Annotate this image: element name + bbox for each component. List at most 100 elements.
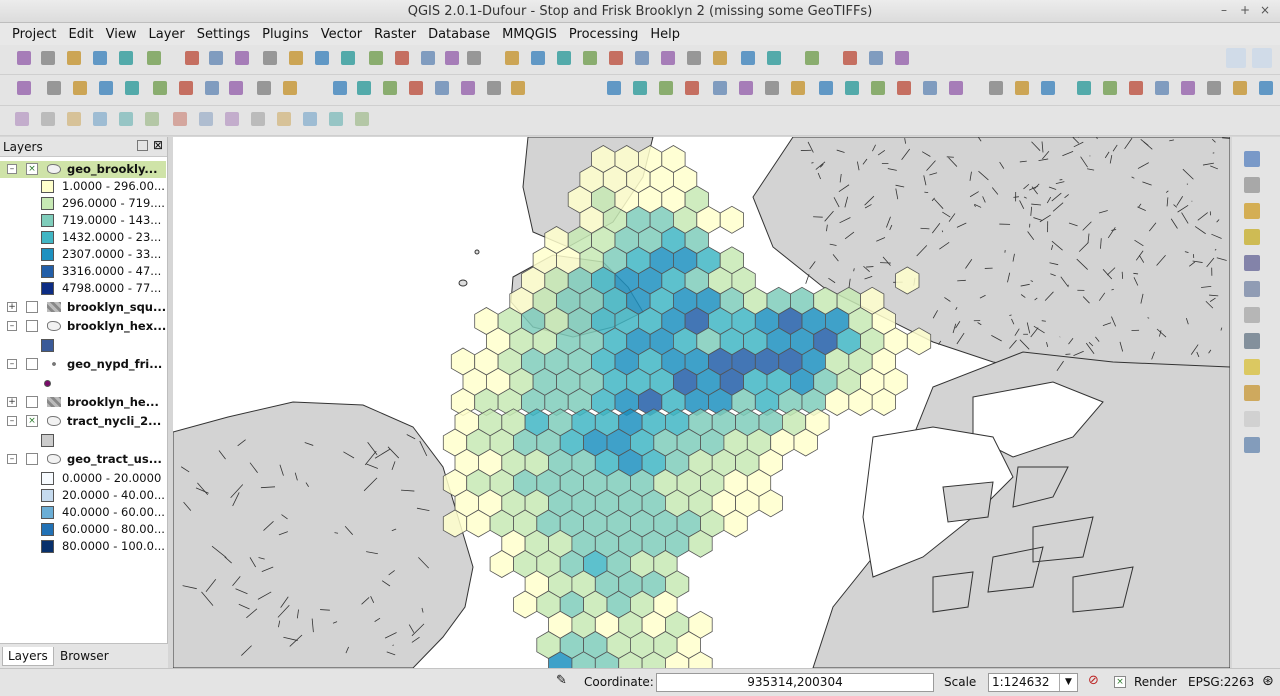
tool-icon[interactable] xyxy=(738,48,758,68)
tool-icon[interactable] xyxy=(1038,78,1058,98)
layer-visibility-checkbox[interactable]: × xyxy=(26,415,38,427)
tool-icon[interactable] xyxy=(392,48,412,68)
tool-icon[interactable] xyxy=(684,48,704,68)
render-checkbox[interactable]: × xyxy=(1114,676,1126,688)
tool-icon[interactable] xyxy=(122,78,142,98)
tool-icon[interactable] xyxy=(150,78,170,98)
tool-icon[interactable] xyxy=(484,78,504,98)
crs-status[interactable]: EPSG:2263 xyxy=(1188,675,1254,689)
tool-icon[interactable] xyxy=(406,78,426,98)
tool-icon[interactable] xyxy=(96,78,116,98)
menu-mmqgis[interactable]: MMQGIS xyxy=(496,27,563,42)
tool-icon[interactable] xyxy=(300,109,320,129)
help-icon[interactable] xyxy=(1252,48,1272,68)
layer-visibility-checkbox[interactable] xyxy=(26,320,38,332)
tool-icon[interactable] xyxy=(1178,78,1198,98)
tool-icon[interactable] xyxy=(632,48,652,68)
tool-icon[interactable] xyxy=(1244,255,1260,271)
tool-icon[interactable] xyxy=(260,48,280,68)
collapse-icon[interactable]: – xyxy=(7,359,17,369)
tool-icon[interactable] xyxy=(1244,411,1260,427)
tool-icon[interactable] xyxy=(1244,437,1260,453)
tool-icon[interactable] xyxy=(1244,307,1260,323)
tool-icon[interactable] xyxy=(222,109,242,129)
tool-icon[interactable] xyxy=(946,78,966,98)
layer-visibility-checkbox[interactable] xyxy=(26,301,38,313)
layer-item[interactable]: – brooklyn_hex... xyxy=(0,318,166,335)
menu-vector[interactable]: Vector xyxy=(315,27,368,42)
stop-render-icon[interactable]: ⊘ xyxy=(1088,673,1099,688)
menu-edit[interactable]: Edit xyxy=(62,27,99,42)
tool-icon[interactable] xyxy=(528,48,548,68)
tool-icon[interactable] xyxy=(458,78,478,98)
collapse-icon[interactable]: – xyxy=(7,164,17,174)
tool-icon[interactable] xyxy=(1074,78,1094,98)
tool-icon[interactable] xyxy=(90,109,110,129)
tool-icon[interactable] xyxy=(232,48,252,68)
expand-icon[interactable]: + xyxy=(7,302,17,312)
tab-layers[interactable]: Layers xyxy=(2,647,54,666)
tool-icon[interactable] xyxy=(274,109,294,129)
tool-icon[interactable] xyxy=(352,109,372,129)
menu-settings[interactable]: Settings xyxy=(191,27,256,42)
tool-icon[interactable] xyxy=(842,78,862,98)
tool-icon[interactable] xyxy=(12,109,32,129)
tool-icon[interactable] xyxy=(280,78,300,98)
tool-icon[interactable] xyxy=(64,48,84,68)
tool-icon[interactable] xyxy=(762,78,782,98)
crs-globe-icon[interactable]: ⊛ xyxy=(1262,673,1274,689)
tool-icon[interactable] xyxy=(1100,78,1120,98)
tool-icon[interactable] xyxy=(710,48,730,68)
tool-icon[interactable] xyxy=(1244,333,1260,349)
tool-icon[interactable] xyxy=(182,48,202,68)
tool-icon[interactable] xyxy=(176,78,196,98)
tool-icon[interactable] xyxy=(554,48,574,68)
tool-icon[interactable] xyxy=(764,48,784,68)
tool-icon[interactable] xyxy=(1244,203,1260,219)
layer-item[interactable]: – geo_nypd_fri... xyxy=(0,356,166,373)
menu-processing[interactable]: Processing xyxy=(563,27,644,42)
tool-icon[interactable] xyxy=(868,78,888,98)
tool-icon[interactable] xyxy=(580,48,600,68)
tool-icon[interactable] xyxy=(286,48,306,68)
layer-visibility-checkbox[interactable] xyxy=(26,358,38,370)
tool-icon[interactable] xyxy=(1244,151,1260,167)
layer-visibility-checkbox[interactable] xyxy=(26,453,38,465)
tool-icon[interactable] xyxy=(90,48,110,68)
tool-icon[interactable] xyxy=(1244,281,1260,297)
layer-item[interactable]: + brooklyn_he... xyxy=(0,394,166,411)
tool-icon[interactable] xyxy=(920,78,940,98)
tool-icon[interactable] xyxy=(170,109,190,129)
tool-icon[interactable] xyxy=(866,48,886,68)
tool-icon[interactable] xyxy=(312,48,332,68)
tool-icon[interactable] xyxy=(354,78,374,98)
tool-icon[interactable] xyxy=(630,78,650,98)
tool-icon[interactable] xyxy=(986,78,1006,98)
tool-icon[interactable] xyxy=(254,78,274,98)
tool-icon[interactable] xyxy=(366,48,386,68)
tool-icon[interactable] xyxy=(604,78,624,98)
tool-icon[interactable] xyxy=(326,109,346,129)
layer-item[interactable]: + brooklyn_squ... xyxy=(0,299,166,316)
layer-item[interactable]: – geo_tract_us... xyxy=(0,451,166,468)
tool-icon[interactable] xyxy=(38,109,58,129)
tool-icon[interactable] xyxy=(142,109,162,129)
close-panel-icon[interactable]: ⊠ xyxy=(153,138,163,152)
menu-project[interactable]: Project xyxy=(6,27,62,42)
menu-plugins[interactable]: Plugins xyxy=(256,27,315,42)
tool-icon[interactable] xyxy=(658,48,678,68)
minimize-icon[interactable]: – xyxy=(1217,3,1231,17)
tool-icon[interactable] xyxy=(196,109,216,129)
collapse-icon[interactable]: – xyxy=(7,416,17,426)
tool-icon[interactable] xyxy=(710,78,730,98)
collapse-icon[interactable]: – xyxy=(7,454,17,464)
tool-icon[interactable] xyxy=(802,48,822,68)
tool-icon[interactable] xyxy=(70,78,90,98)
tool-icon[interactable] xyxy=(38,48,58,68)
tool-icon[interactable] xyxy=(816,78,836,98)
close-icon[interactable]: × xyxy=(1258,3,1272,17)
layer-item[interactable]: – × geo_brookly... xyxy=(0,161,166,178)
coordinate-toggle-icon[interactable]: ✎ xyxy=(556,673,567,688)
tool-icon[interactable] xyxy=(1244,385,1260,401)
tool-icon[interactable] xyxy=(1152,78,1172,98)
